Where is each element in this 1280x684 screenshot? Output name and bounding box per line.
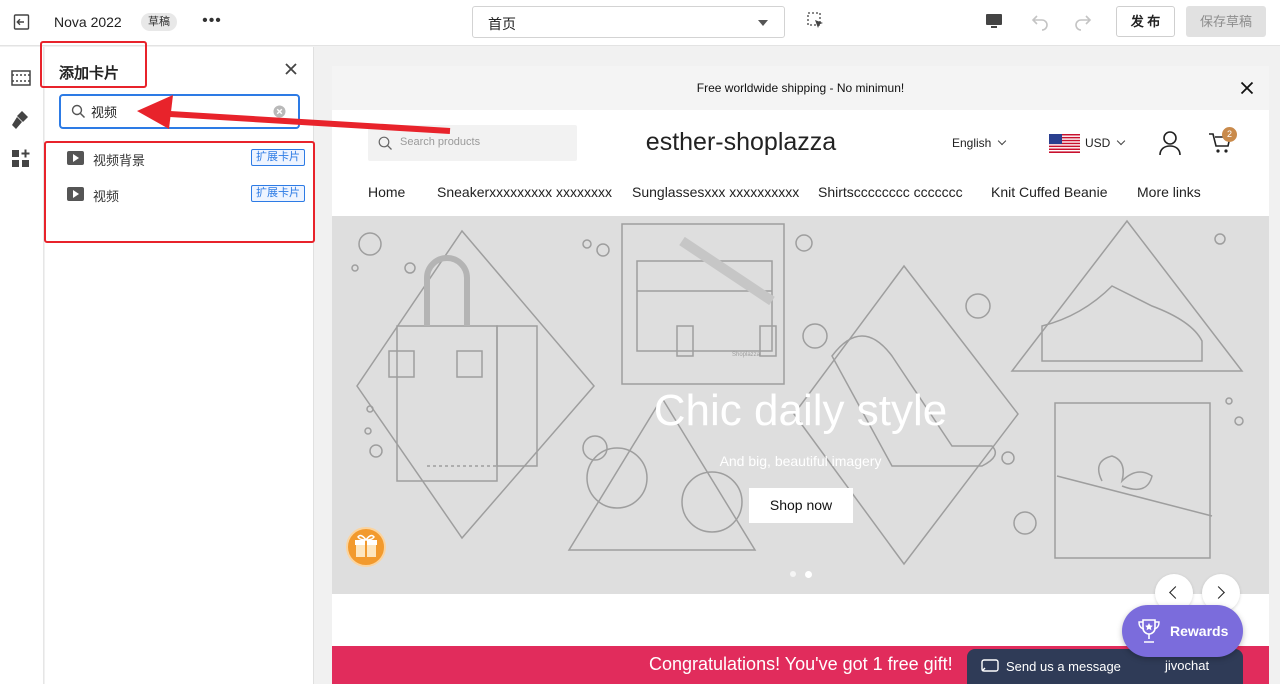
nav-item-sneaker[interactable]: Sneakerxxxxxxxxx xxxxxxxx (437, 184, 612, 200)
search-icon (71, 104, 86, 119)
card-search-field[interactable] (59, 94, 300, 129)
chat-label: Send us a message (1006, 659, 1121, 674)
shop-now-button[interactable]: Shop now (749, 488, 853, 523)
hero-slideshow: Shoplazza Chic daily style And big, beau… (332, 216, 1269, 594)
select-element-icon[interactable] (806, 11, 826, 31)
slide-dot-active[interactable] (805, 571, 812, 578)
nav-item-home[interactable]: Home (368, 184, 405, 200)
status-badge: 草稿 (141, 13, 177, 31)
language-selector[interactable]: English (952, 136, 1007, 150)
currency-value: USD (1085, 136, 1111, 150)
trophy-icon (1137, 618, 1161, 644)
video-play-icon (67, 187, 84, 201)
hero-art-label: Shoplazza (732, 352, 761, 358)
video-play-icon (67, 151, 84, 165)
cart-count-badge: 2 (1222, 127, 1237, 142)
nav-item-shirts[interactable]: Shirtscccccccc ccccccc (818, 184, 963, 200)
desktop-icon[interactable] (984, 11, 1004, 31)
extension-tag: 扩展卡片 (251, 185, 305, 202)
card-search-input[interactable] (91, 100, 266, 123)
gift-icon[interactable] (346, 527, 386, 567)
undo-icon[interactable] (1030, 11, 1050, 31)
extension-tag: 扩展卡片 (251, 149, 305, 166)
chevron-down-icon (1117, 136, 1126, 146)
left-rail (0, 47, 44, 684)
search-placeholder: Search products (400, 136, 481, 148)
slide-dot[interactable] (790, 571, 796, 577)
nav-item-beanie[interactable]: Knit Cuffed Beanie (991, 184, 1108, 200)
language-value: English (952, 136, 992, 150)
announcement-text: Free worldwide shipping - No minimun! (696, 81, 905, 95)
store-preview: Free worldwide shipping - No minimun! Se… (332, 66, 1269, 684)
theme-style-icon[interactable] (10, 109, 32, 131)
chat-brand: jivochat (1165, 658, 1210, 673)
page-selector[interactable]: 首页 (472, 6, 785, 38)
result-label: 视频 (93, 189, 120, 204)
close-icon[interactable] (283, 61, 299, 77)
account-icon[interactable] (1158, 130, 1182, 156)
clear-search-icon[interactable] (273, 105, 286, 118)
save-draft-button[interactable]: 保存草稿 (1186, 6, 1266, 37)
search-icon (378, 136, 393, 151)
add-card-panel: 添加卡片 视频背景 扩展卡片 视频 扩展卡片 (45, 47, 314, 684)
chevron-down-icon (998, 136, 1007, 146)
store-logo[interactable]: esther-shoplazza (582, 128, 900, 157)
more-options-icon[interactable]: ••• (201, 11, 223, 31)
add-apps-icon[interactable] (10, 148, 32, 170)
rewards-label: Rewards (1170, 623, 1229, 639)
publish-button[interactable]: 发 布 (1116, 6, 1175, 37)
promo-text: Congratulations! You've got 1 free gift! (649, 654, 953, 674)
list-item[interactable]: 视频背景 扩展卡片 (59, 145, 305, 173)
redo-icon[interactable] (1073, 11, 1093, 31)
message-icon (981, 659, 999, 673)
announcement-bar: Free worldwide shipping - No minimun! (332, 66, 1269, 110)
rewards-button[interactable]: Rewards (1122, 605, 1243, 657)
list-item[interactable]: 视频 扩展卡片 (59, 181, 305, 209)
panel-title: 添加卡片 (59, 65, 120, 82)
currency-selector[interactable]: USD (1085, 136, 1126, 150)
close-icon[interactable] (1240, 81, 1254, 95)
theme-name: Nova 2022 (54, 14, 122, 30)
exit-icon[interactable] (12, 12, 32, 32)
nav-item-more-links[interactable]: More links (1137, 184, 1201, 200)
hero-title: Chic daily style (653, 386, 948, 435)
caret-down-icon (758, 20, 768, 26)
top-bar: Nova 2022 草稿 ••• 首页 发 布 保存草稿 (0, 0, 1280, 46)
sections-icon[interactable] (10, 67, 32, 89)
hero-subtitle: And big, beautiful imagery (719, 453, 882, 469)
nav-item-sunglasses[interactable]: Sunglassesxxx xxxxxxxxxx (632, 184, 799, 200)
store-search-input[interactable]: Search products (368, 125, 577, 161)
result-label: 视频背景 (93, 153, 146, 168)
us-flag-icon (1049, 134, 1080, 153)
page-selector-value: 首页 (488, 16, 516, 32)
